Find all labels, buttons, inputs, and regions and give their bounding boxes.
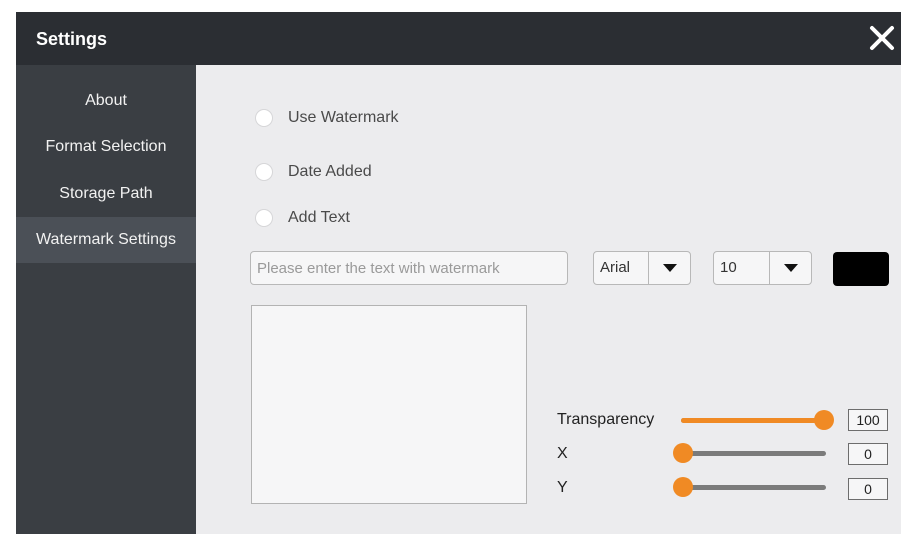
sidebar-item-format-selection[interactable]: Format Selection (16, 124, 196, 170)
transparency-value[interactable]: 100 (848, 409, 888, 431)
settings-window: Settings About Format Selection Storage … (16, 12, 901, 534)
date-added-option[interactable]: Date Added (256, 160, 372, 184)
use-watermark-option[interactable]: Use Watermark (256, 106, 399, 130)
sidebar-item-label: Watermark Settings (36, 231, 176, 248)
x-slider[interactable] (673, 443, 826, 463)
text-color-swatch[interactable] (833, 252, 889, 286)
size-select-value: 10 (720, 259, 737, 276)
watermark-text-input[interactable] (250, 251, 568, 285)
x-value[interactable]: 0 (848, 443, 888, 465)
sidebar-item-label: Format Selection (45, 138, 167, 155)
slider-thumb[interactable] (673, 477, 693, 497)
date-added-label: Date Added (288, 163, 372, 180)
settings-sidebar: About Format Selection Storage Path Wate… (16, 65, 196, 534)
window-title: Settings (36, 29, 108, 49)
date-added-radio[interactable] (256, 164, 272, 180)
caret-down-icon[interactable] (663, 264, 677, 272)
size-select[interactable]: 10 (713, 251, 812, 285)
use-watermark-radio[interactable] (256, 110, 272, 126)
transparency-label: Transparency (557, 411, 655, 428)
font-select[interactable]: Arial (593, 251, 691, 285)
title-bar: Settings (16, 12, 901, 65)
x-label: X (557, 445, 568, 462)
transparency-slider[interactable] (681, 410, 834, 430)
close-icon (870, 26, 894, 50)
slider-track (683, 451, 826, 456)
watermark-preview (251, 305, 527, 504)
sidebar-item-label: About (85, 92, 127, 109)
close-button[interactable] (867, 23, 897, 53)
font-select-value: Arial (600, 259, 631, 276)
add-text-label: Add Text (288, 209, 350, 226)
y-label: Y (557, 479, 568, 496)
y-slider[interactable] (673, 477, 826, 497)
slider-thumb[interactable] (814, 410, 834, 430)
sidebar-item-watermark-settings[interactable]: Watermark Settings (16, 217, 196, 263)
sidebar-item-storage-path[interactable]: Storage Path (16, 171, 196, 217)
size-select-divider (769, 252, 770, 284)
sidebar-item-label: Storage Path (59, 185, 153, 202)
add-text-option[interactable]: Add Text (256, 206, 350, 230)
sidebar-item-about[interactable]: About (16, 78, 196, 124)
slider-track (683, 485, 826, 490)
use-watermark-label: Use Watermark (288, 109, 399, 126)
slider-fill (681, 418, 824, 423)
slider-thumb[interactable] (673, 443, 693, 463)
font-select-divider (648, 252, 649, 284)
y-value[interactable]: 0 (848, 478, 888, 500)
add-text-radio[interactable] (256, 210, 272, 226)
caret-down-icon[interactable] (784, 264, 798, 272)
